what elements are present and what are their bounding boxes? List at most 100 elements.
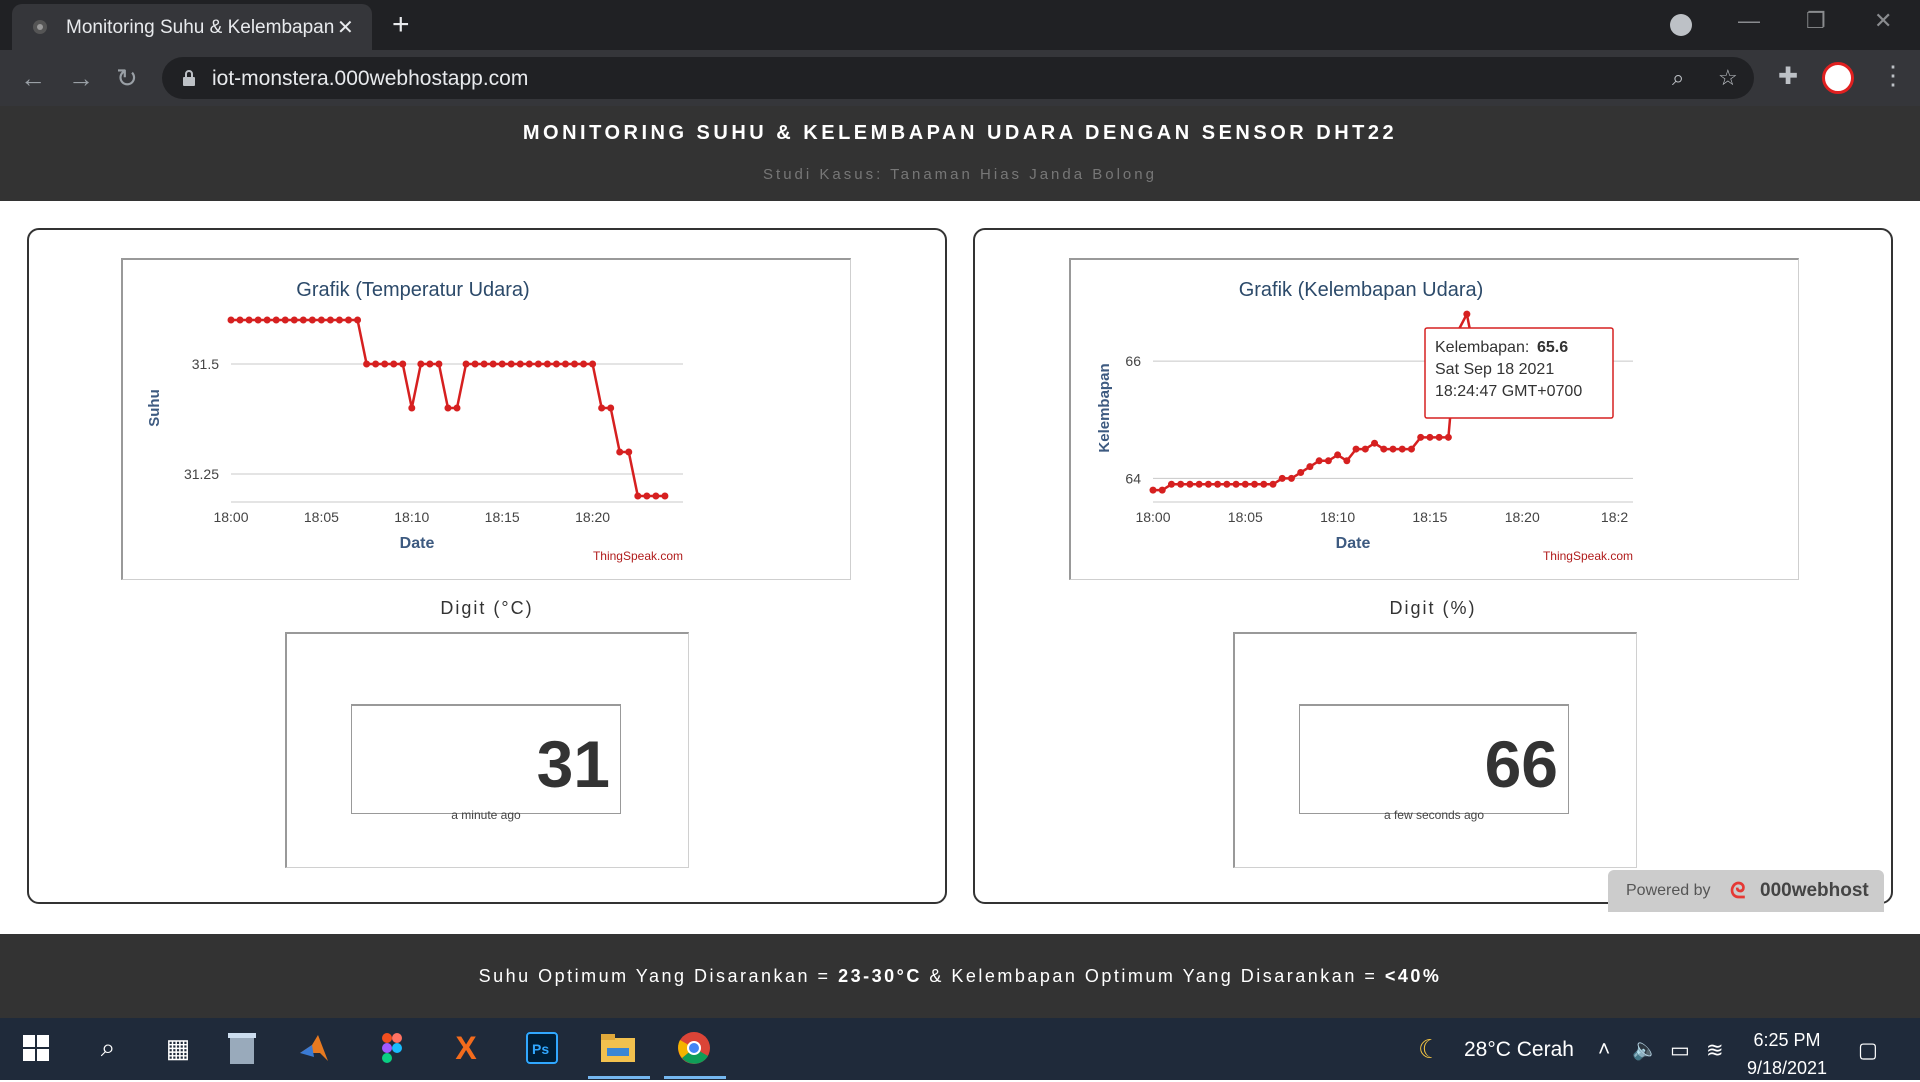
- data-point: [543, 360, 551, 368]
- data-point: [1232, 480, 1240, 488]
- menu-icon[interactable]: ⋮: [1880, 60, 1906, 91]
- x-tick-label: 18:00: [1135, 509, 1170, 525]
- data-point: [534, 360, 542, 368]
- data-point: [1260, 480, 1268, 488]
- data-point: [254, 316, 262, 324]
- x-axis-label: Date: [400, 535, 435, 552]
- chart-title: Grafik (Kelembapan Udara): [1239, 279, 1484, 301]
- data-point: [236, 316, 244, 324]
- matlab-icon[interactable]: [296, 1030, 332, 1066]
- data-point: [571, 360, 579, 368]
- url-text[interactable]: iot-monstera.000webhostapp.com: [212, 67, 528, 91]
- powered-by-badge[interactable]: Powered by ᘓ 000webhost: [1608, 870, 1884, 912]
- data-point: [1361, 445, 1369, 453]
- x-tick-label: 18:10: [1320, 509, 1355, 525]
- wifi-icon[interactable]: ≋: [1706, 1038, 1724, 1063]
- tooltip-time: 18:24:47 GMT+0700: [1435, 383, 1582, 400]
- data-point: [1324, 457, 1332, 465]
- data-point: [1371, 439, 1379, 447]
- humidity-chart: Grafik (Kelembapan Udara) 66 64 18:00 18:05 1…: [1096, 279, 1633, 563]
- data-point: [372, 360, 380, 368]
- recycle-bin-icon[interactable]: [224, 1030, 260, 1066]
- weather-text[interactable]: 28°C Cerah: [1464, 1038, 1574, 1062]
- y-tick-label: 31.25: [184, 466, 219, 482]
- data-point: [462, 360, 470, 368]
- footer-temp-range: 23-30°C: [838, 966, 922, 986]
- taskbar-clock[interactable]: 6:25 PM 9/18/2021: [1728, 1026, 1846, 1082]
- data-point: [1278, 474, 1286, 482]
- notifications-icon[interactable]: ▢: [1858, 1038, 1878, 1063]
- x-tick-label: 18:15: [1412, 509, 1447, 525]
- restore-icon[interactable]: ❐: [1806, 8, 1826, 34]
- data-point: [1315, 457, 1323, 465]
- data-point: [1149, 486, 1157, 494]
- x-tick-label: 18:00: [213, 509, 248, 525]
- chrome-icon[interactable]: [676, 1030, 712, 1066]
- y-tick-label: 66: [1125, 353, 1141, 369]
- data-point: [345, 316, 353, 324]
- data-point: [498, 360, 506, 368]
- xampp-icon[interactable]: X: [448, 1030, 484, 1066]
- address-bar[interactable]: iot-monstera.000webhostapp.com ⌕ ☆: [162, 57, 1754, 99]
- data-point: [290, 316, 298, 324]
- y-axis-label: Kelembapan: [1096, 363, 1113, 452]
- data-point: [1241, 480, 1249, 488]
- star-icon[interactable]: ☆: [1718, 65, 1738, 91]
- windows-start-icon[interactable]: [18, 1030, 54, 1066]
- x-tick-label: 18:2: [1601, 509, 1628, 525]
- data-point: [408, 404, 416, 412]
- temperature-chart: Grafik (Temperatur Udara) 31.5 31.25 18:00 1…: [146, 279, 683, 563]
- data-point: [480, 360, 488, 368]
- data-point: [471, 360, 479, 368]
- data-point: [1398, 445, 1406, 453]
- task-view-icon[interactable]: ▦: [160, 1030, 196, 1066]
- clock-date: 9/18/2021: [1746, 1058, 1828, 1078]
- browser-tab[interactable]: Monitoring Suhu & Kelembapan ✕: [12, 4, 372, 50]
- browser-tab-strip: Monitoring Suhu & Kelembapan ✕ + — ❐ ✕: [0, 0, 1920, 50]
- back-icon[interactable]: ←: [20, 63, 46, 94]
- data-point: [1407, 445, 1415, 453]
- forward-icon[interactable]: →: [68, 63, 94, 94]
- search-icon[interactable]: ⌕: [90, 1030, 126, 1066]
- temperature-digit-panel: 31 a minute ago: [285, 632, 689, 868]
- new-tab-button[interactable]: +: [392, 8, 410, 42]
- data-point: [281, 316, 289, 324]
- data-point: [1167, 480, 1175, 488]
- data-point: [299, 316, 307, 324]
- data-point: [426, 360, 434, 368]
- data-point: [1287, 474, 1295, 482]
- tab-search-icon[interactable]: [1670, 14, 1692, 36]
- x-tick-label: 18:05: [304, 509, 339, 525]
- show-hidden-icons-icon[interactable]: ˄: [1598, 1038, 1610, 1062]
- data-point: [507, 360, 515, 368]
- volume-icon[interactable]: 🔈: [1632, 1038, 1658, 1062]
- y-tick-label: 31.5: [192, 356, 219, 372]
- photoshop-icon[interactable]: Ps: [524, 1030, 560, 1066]
- humidity-updated: a few seconds ago: [1383, 808, 1485, 822]
- tab-title: Monitoring Suhu & Kelembapan: [66, 17, 335, 38]
- figma-icon[interactable]: [374, 1030, 410, 1066]
- file-explorer-icon[interactable]: [600, 1030, 636, 1066]
- minimize-icon[interactable]: —: [1738, 8, 1760, 34]
- close-window-icon[interactable]: ✕: [1874, 8, 1892, 34]
- data-point: [561, 360, 569, 368]
- data-point: [1463, 310, 1471, 318]
- reload-icon[interactable]: ↻: [116, 63, 138, 94]
- extensions-icon[interactable]: ✚: [1778, 62, 1798, 91]
- data-point: [390, 360, 398, 368]
- data-point: [1251, 480, 1259, 488]
- temperature-digit-box: 31 a minute ago: [351, 704, 621, 822]
- avatar[interactable]: [1822, 62, 1854, 94]
- zoom-icon[interactable]: ⌕: [1672, 65, 1684, 91]
- data-point: [263, 316, 271, 324]
- data-point: [1444, 433, 1452, 441]
- battery-icon[interactable]: ▭: [1670, 1038, 1690, 1063]
- data-point: [1389, 445, 1397, 453]
- tooltip-label: Kelembapan:: [1435, 339, 1529, 356]
- powered-brand: 000webhost: [1760, 880, 1869, 901]
- powered-label: Powered by: [1626, 882, 1711, 899]
- explorer-active-indicator: [588, 1076, 650, 1079]
- data-point: [643, 492, 651, 500]
- data-point: [625, 448, 633, 456]
- tab-close-button[interactable]: ✕: [337, 15, 354, 40]
